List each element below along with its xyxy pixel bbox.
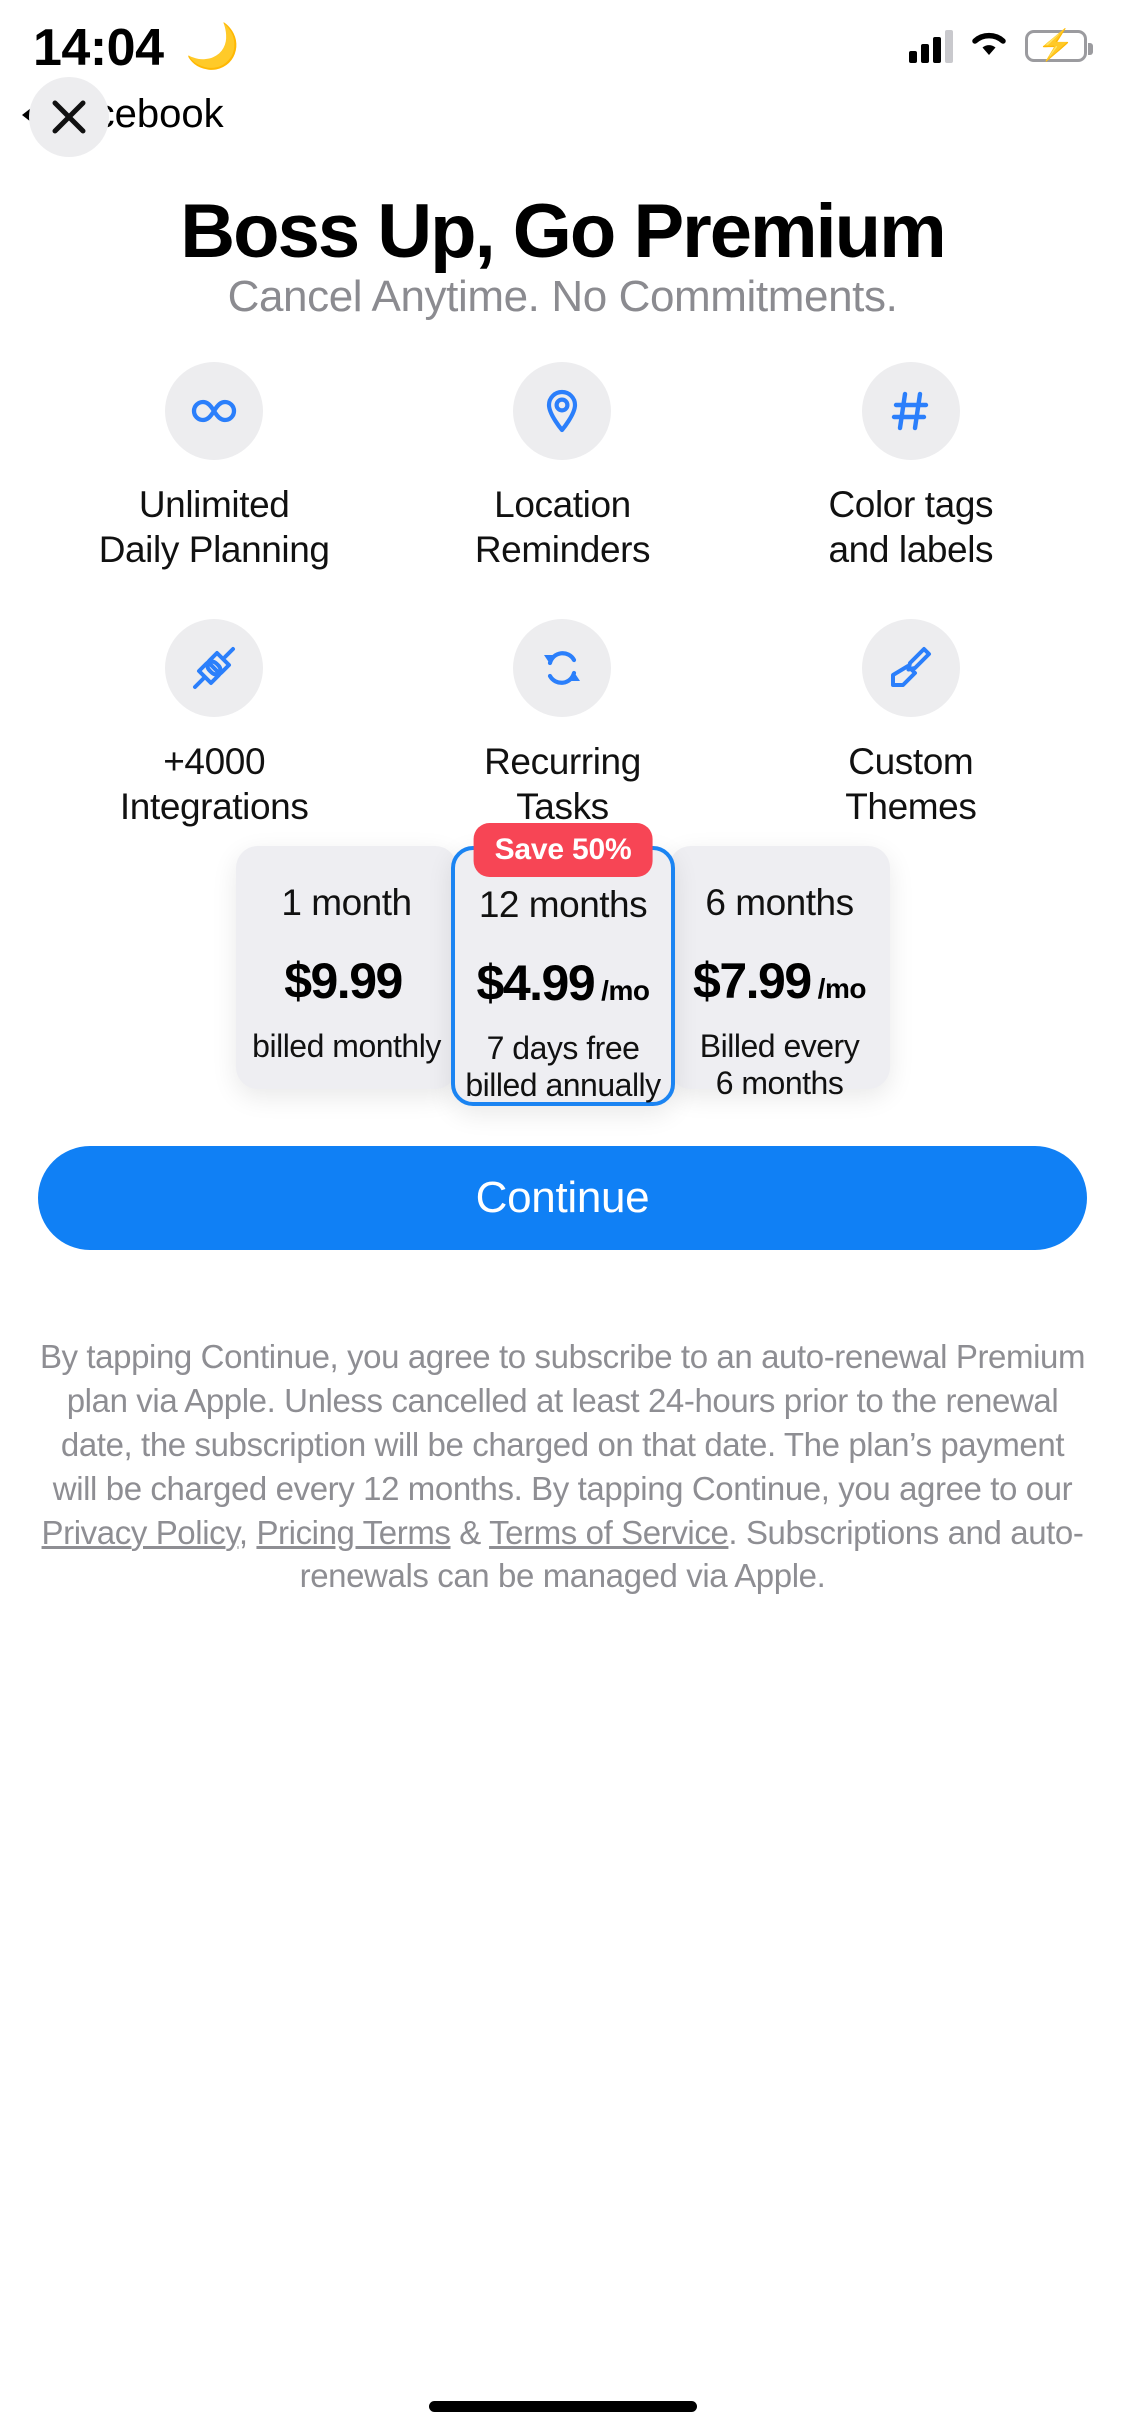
hashtag-icon: [861, 362, 960, 460]
legal-text-part-1: By tapping Continue, you agree to subscr…: [39, 1338, 1086, 1507]
close-x-icon: [49, 97, 89, 137]
plan-amount: $9.99: [284, 953, 403, 1009]
feature-custom-themes: Custom Themes: [737, 619, 1085, 829]
feature-grid: Unlimited Daily Planning Location Remind…: [40, 362, 1085, 830]
feature-label: Unlimited Daily Planning: [98, 484, 330, 571]
plan-selector: 1 month $9.99 billed monthly Save 50% 12…: [38, 823, 1088, 1106]
moon-icon: 🌙: [185, 22, 240, 71]
continue-button-label: Continue: [475, 1173, 650, 1222]
plan-note: 7 days free billed annually: [465, 1030, 661, 1104]
page-title: Boss Up, Go Premium: [180, 189, 946, 274]
feature-row-1: Unlimited Daily Planning Location Remind…: [40, 362, 1085, 572]
plan-price: $4.99 /mo: [477, 954, 650, 1012]
feature-integrations: +4000 Integrations: [40, 619, 388, 829]
plan-price: $7.99 /mo: [693, 952, 866, 1010]
plan-amount: $7.99: [693, 953, 812, 1009]
plan-term: 1 month: [281, 882, 412, 923]
privacy-policy-link[interactable]: Privacy Policy,: [42, 1514, 249, 1551]
home-indicator[interactable]: [428, 2401, 697, 2412]
feature-recurring-tasks: Recurring Tasks: [388, 619, 736, 829]
plan-card-1-month[interactable]: 1 month $9.99 billed monthly: [236, 846, 457, 1089]
feature-label: Location Reminders: [474, 484, 651, 571]
plan-card-12-months[interactable]: Save 50% 12 months $4.99 /mo 7 days free…: [451, 823, 675, 1106]
premium-subscription-screen: 14:04 🌙 ⚡ Facebook Boss Up, Go Premium C…: [0, 0, 1125, 2436]
plan-period-suffix: /mo: [601, 975, 650, 1006]
cellular-signal-icon: [909, 29, 953, 63]
legal-ampersand: &: [450, 1513, 490, 1551]
plan-amount: $4.99: [476, 955, 596, 1011]
plan-period-suffix: /mo: [817, 973, 867, 1004]
page-subtitle: Cancel Anytime. No Commitments.: [227, 272, 898, 321]
plan-card-6-months[interactable]: 6 months $7.99 /mo Billed every 6 months: [669, 846, 890, 1101]
status-bar-indicators: ⚡: [909, 28, 1093, 63]
feature-location-reminders: Location Reminders: [388, 362, 736, 572]
status-bar-time: 14:04: [33, 19, 164, 77]
feature-row-2: +4000 Integrations Recurring Tasks Custo…: [40, 619, 1085, 829]
feature-label: Color tags and labels: [828, 484, 994, 571]
battery-charging-icon: ⚡: [1025, 29, 1093, 62]
feature-unlimited-daily-planning: Unlimited Daily Planning: [40, 362, 388, 572]
feature-color-tags-and-labels: Color tags and labels: [737, 362, 1085, 572]
terms-of-service-link[interactable]: Terms of Service: [489, 1514, 729, 1551]
plug-connect-icon: [165, 619, 264, 718]
continue-button[interactable]: Continue: [38, 1146, 1087, 1250]
plan-note: Billed every 6 months: [699, 1028, 860, 1102]
legal-disclaimer: By tapping Continue, you agree to subscr…: [38, 1335, 1087, 1598]
plan-term: 6 months: [705, 882, 854, 923]
recurring-refresh-icon: [513, 619, 612, 718]
save-badge: Save 50%: [473, 823, 653, 877]
plan-note: billed monthly: [252, 1028, 441, 1064]
plan-price: $9.99: [284, 952, 409, 1010]
feature-label: Custom Themes: [845, 741, 977, 828]
wifi-icon: [969, 28, 1009, 63]
infinity-icon: [165, 362, 264, 460]
feature-label: +4000 Integrations: [119, 741, 309, 828]
close-button[interactable]: [29, 77, 109, 157]
pricing-terms-link[interactable]: Pricing Terms: [256, 1514, 450, 1551]
paintbrush-icon: [861, 619, 960, 718]
location-pin-icon: [513, 362, 612, 460]
feature-label: Recurring Tasks: [484, 741, 641, 828]
plan-term: 12 months: [478, 884, 648, 925]
